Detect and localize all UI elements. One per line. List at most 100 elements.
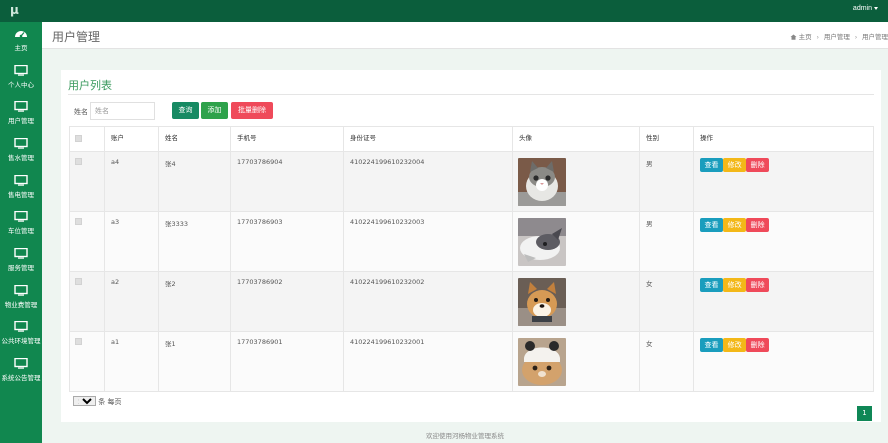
- edit-button[interactable]: 修改: [723, 218, 747, 232]
- edit-button[interactable]: 修改: [723, 278, 747, 292]
- sidebar-item-label: 公共环境管理: [1, 338, 41, 345]
- sidebar-item-label: 售电管理: [8, 192, 34, 199]
- monitor-icon: [14, 138, 28, 149]
- sidebar-item-user-management[interactable]: 用户管理: [0, 101, 42, 137]
- monitor-icon: [14, 358, 28, 369]
- sidebar-item-home[interactable]: 主页: [0, 28, 42, 64]
- select-all-cell: [69, 126, 105, 152]
- actions-cell: 查看 修改 删除: [693, 211, 874, 272]
- breadcrumb-home[interactable]: 主页: [799, 34, 812, 41]
- sidebar-item-label: 主页: [14, 45, 28, 52]
- phone-cell: 17703786903: [230, 211, 344, 272]
- search-label: 姓名: [74, 108, 88, 116]
- username: admin: [852, 5, 872, 12]
- page-header: 用户管理 主页 › 用户管理 › 用户管理: [42, 22, 888, 49]
- sidebar-item-label: 个人中心: [8, 82, 34, 89]
- delete-button[interactable]: 删除: [746, 158, 770, 172]
- edit-button[interactable]: 修改: [723, 158, 747, 172]
- view-button[interactable]: 查看: [700, 278, 723, 292]
- breadcrumb-separator: ›: [816, 34, 819, 41]
- id-card-cell: 410224199610232003: [343, 211, 513, 272]
- row-checkbox[interactable]: [75, 158, 82, 165]
- top-navbar: μ admin: [0, 0, 888, 22]
- name-cell: 张4: [158, 151, 231, 212]
- delete-button[interactable]: 删除: [746, 218, 770, 232]
- column-header: 姓名: [158, 126, 231, 152]
- sidebar-item-services[interactable]: 服务管理: [0, 248, 42, 284]
- sidebar-item-label: 售水管理: [8, 155, 34, 162]
- phone-cell: 17703786901: [230, 331, 344, 392]
- batch-delete-button[interactable]: 批量删除: [231, 102, 273, 119]
- monitor-icon: [14, 175, 28, 186]
- sidebar-item-announcements[interactable]: 系统公告管理: [0, 358, 42, 394]
- edit-button[interactable]: 修改: [723, 338, 747, 352]
- dashboard-icon: [15, 31, 27, 38]
- actions-cell: 查看 修改 删除: [693, 151, 874, 212]
- app-logo: μ: [10, 3, 19, 17]
- column-header: 身份证号: [343, 126, 513, 152]
- delete-button[interactable]: 删除: [746, 338, 770, 352]
- page-size-select[interactable]: 10: [73, 396, 96, 406]
- row-checkbox[interactable]: [75, 338, 82, 345]
- sidebar-item-label: 车位管理: [8, 228, 34, 235]
- sidebar-item-property-fee[interactable]: 物业费管理: [0, 285, 42, 321]
- sidebar-item-electricity-sales[interactable]: 售电管理: [0, 175, 42, 211]
- view-button[interactable]: 查看: [700, 338, 723, 352]
- add-button[interactable]: 添加: [201, 102, 228, 119]
- monitor-icon: [14, 211, 28, 222]
- monitor-icon: [14, 101, 28, 112]
- select-all-checkbox[interactable]: [75, 135, 82, 142]
- view-button[interactable]: 查看: [700, 218, 723, 232]
- gender-cell: 男: [639, 211, 694, 272]
- actions-cell: 查看 修改 删除: [693, 271, 874, 332]
- column-header: 账户: [104, 126, 159, 152]
- sidebar-item-water-sales[interactable]: 售水管理: [0, 138, 42, 174]
- name-cell: 张2: [158, 271, 231, 332]
- user-list-panel: 用户列表 姓名 查询 添加 批量删除 账户 姓名 手机号 身份证号 头像 性别 …: [61, 70, 881, 422]
- page-size-control: 10 条 每页: [73, 396, 121, 407]
- home-icon: [790, 34, 797, 40]
- sidebar-item-public-environment[interactable]: 公共环境管理: [0, 321, 42, 357]
- breadcrumb-current: 用户管理: [862, 34, 888, 41]
- divider: [68, 94, 874, 95]
- name-cell: 张3333: [158, 211, 231, 272]
- account-cell: a4: [104, 151, 159, 212]
- page-title: 用户管理: [52, 30, 101, 44]
- user-menu[interactable]: admin: [853, 5, 878, 12]
- id-card-cell: 410224199610232004: [343, 151, 513, 212]
- monitor-icon: [14, 65, 28, 76]
- column-header: 操作: [693, 126, 874, 152]
- row-checkbox[interactable]: [75, 278, 82, 285]
- delete-button[interactable]: 删除: [746, 278, 770, 292]
- footer-text: 欢迎使用河杨物业管理系统: [426, 432, 504, 440]
- phone-cell: 17703786902: [230, 271, 344, 332]
- row-checkbox[interactable]: [75, 218, 82, 225]
- user-table: 账户 姓名 手机号 身份证号 头像 性别 操作 a4 张4 1770378690…: [69, 126, 874, 392]
- query-button[interactable]: 查询: [172, 102, 199, 119]
- breadcrumb: 主页 › 用户管理 › 用户管理: [790, 31, 888, 41]
- sidebar-item-label: 服务管理: [8, 265, 34, 272]
- table-header-row: 账户 姓名 手机号 身份证号 头像 性别 操作: [69, 126, 874, 152]
- sidebar-item-label: 系统公告管理: [1, 375, 41, 382]
- monitor-icon: [14, 285, 28, 296]
- phone-cell: 17703786904: [230, 151, 344, 212]
- column-header: 性别: [639, 126, 694, 152]
- sidebar-item-parking[interactable]: 车位管理: [0, 211, 42, 247]
- page-1-button[interactable]: 1: [857, 406, 872, 421]
- breadcrumb-item[interactable]: 用户管理: [824, 34, 850, 41]
- view-button[interactable]: 查看: [700, 158, 723, 172]
- kitten-avatar-image: [518, 218, 566, 266]
- cat-avatar-image: [518, 158, 566, 206]
- monitor-icon: [14, 321, 28, 332]
- sidebar-item-label: 用户管理: [8, 118, 34, 125]
- sidebar-item-personal-center[interactable]: 个人中心: [0, 65, 42, 101]
- name-search-input[interactable]: [90, 102, 155, 120]
- gender-cell: 女: [639, 271, 694, 332]
- column-header: 头像: [512, 126, 640, 152]
- id-card-cell: 410224199610232001: [343, 331, 513, 392]
- sidebar-item-label: 物业费管理: [4, 302, 38, 309]
- sidebar: 主页 个人中心 用户管理 售水管理 售电管理 车位管理 服务管理 物业费管理 公…: [0, 22, 42, 443]
- column-header: 手机号: [230, 126, 344, 152]
- account-cell: a2: [104, 271, 159, 332]
- page-size-label: 条 每页: [98, 398, 122, 406]
